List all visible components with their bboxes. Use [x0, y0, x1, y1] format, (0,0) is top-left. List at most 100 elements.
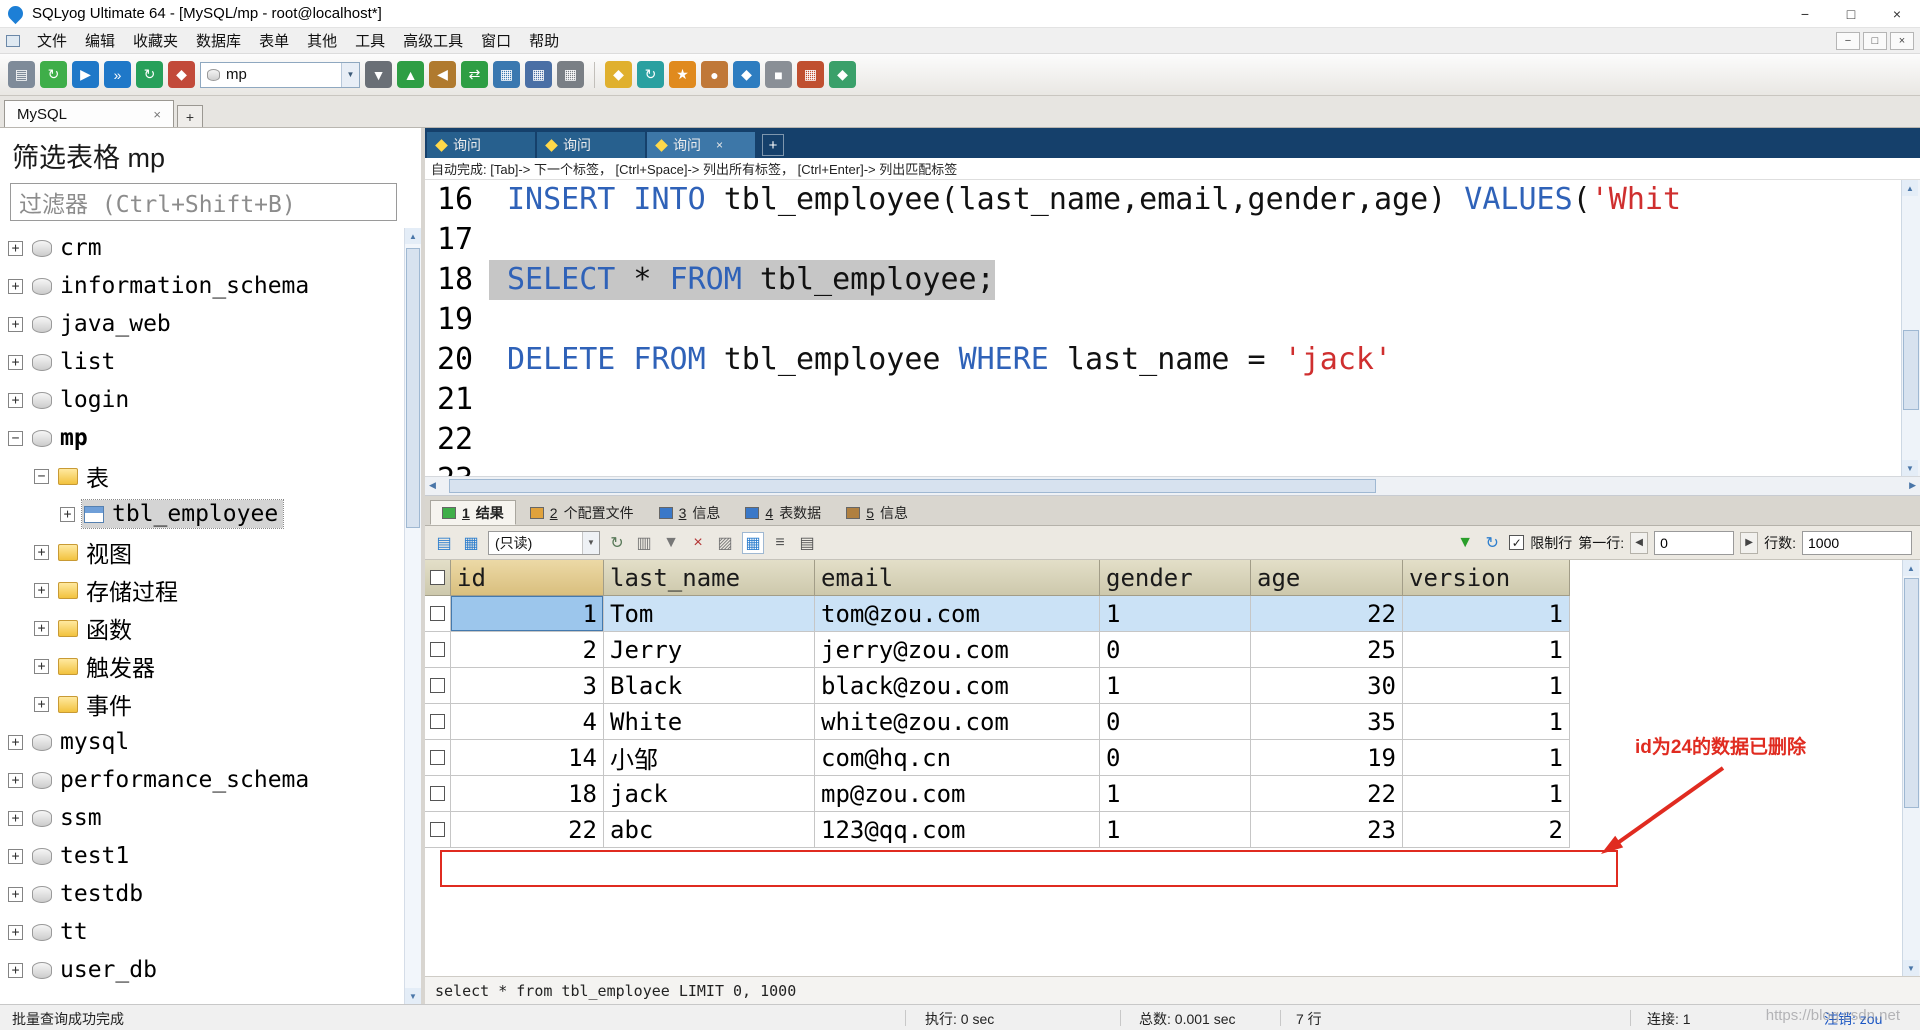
scroll-up-icon[interactable] [405, 228, 421, 244]
scroll-up-icon[interactable] [1903, 560, 1919, 576]
menu-item[interactable]: 数据库 [187, 30, 250, 51]
expand-icon[interactable]: + [8, 393, 23, 408]
tree-item-user_db[interactable]: +user_db [0, 951, 421, 989]
tree-item-事件[interactable]: +事件 [0, 685, 421, 723]
first-row-input[interactable] [1654, 531, 1734, 555]
tree-item-触发器[interactable]: +触发器 [0, 647, 421, 685]
scroll-down-icon[interactable] [405, 988, 421, 1004]
expand-icon[interactable]: + [60, 507, 75, 522]
editor-line[interactable]: 22 [425, 420, 1920, 460]
row-checkbox[interactable] [430, 606, 445, 621]
stop-query-icon[interactable]: ◆ [168, 61, 195, 88]
grid-view-icon[interactable]: ▦ [742, 532, 764, 554]
first-row-increment-button[interactable]: ▶ [1740, 532, 1758, 554]
tree-item-java_web[interactable]: +java_web [0, 305, 421, 343]
row-checkbox[interactable] [430, 750, 445, 765]
filter-rows-icon[interactable]: ▼ [1454, 532, 1476, 554]
menu-item[interactable]: 工具 [346, 30, 394, 51]
scroll-down-icon[interactable] [1903, 960, 1919, 976]
expand-icon[interactable]: + [34, 621, 49, 636]
expand-icon[interactable]: + [34, 583, 49, 598]
editor-line[interactable]: 20DELETE FROM tbl_employee WHERE last_na… [425, 340, 1920, 380]
menu-item[interactable]: 编辑 [76, 30, 124, 51]
column-header-email[interactable]: email [815, 560, 1100, 596]
tree-item-tbl_employee[interactable]: +tbl_employee [0, 495, 421, 533]
filter-input[interactable]: 过滤器 (Ctrl+Shift+B) [10, 183, 397, 221]
expand-icon[interactable]: + [34, 697, 49, 712]
menu-item[interactable]: 窗口 [472, 30, 520, 51]
result-tab[interactable]: 1 结果 [430, 500, 516, 525]
form-view-icon[interactable]: ▤ [796, 532, 818, 554]
duplicate-row-icon[interactable]: ▥ [633, 532, 655, 554]
scrollbar-thumb[interactable] [1903, 330, 1919, 410]
tree-item-information_schema[interactable]: +information_schema [0, 267, 421, 305]
mdi-restore-button[interactable]: □ [1863, 32, 1887, 50]
maximize-button[interactable]: □ [1828, 0, 1874, 27]
expand-icon[interactable]: + [8, 241, 23, 256]
menu-item[interactable]: 其他 [298, 30, 346, 51]
editor-line[interactable]: 23 [425, 460, 1920, 476]
expand-icon[interactable]: + [8, 735, 23, 750]
menu-item[interactable]: 文件 [28, 30, 76, 51]
menu-item[interactable]: 帮助 [520, 30, 568, 51]
scrollbar-thumb[interactable] [449, 479, 1376, 493]
execute-all-icon[interactable]: » [104, 61, 131, 88]
editor-vertical-scrollbar[interactable] [1901, 180, 1920, 476]
query-result-icon[interactable]: ▦ [557, 61, 584, 88]
menu-item[interactable]: 表单 [250, 30, 298, 51]
column-header-age[interactable]: age [1251, 560, 1403, 596]
close-button[interactable]: × [1874, 0, 1920, 27]
query-tab[interactable]: 询问× [647, 132, 755, 158]
blob-viewer-icon[interactable]: ■ [765, 61, 792, 88]
tree-item-crm[interactable]: +crm [0, 229, 421, 267]
tree-item-视图[interactable]: +视图 [0, 533, 421, 571]
expand-icon[interactable]: + [34, 545, 49, 560]
tree-item-list[interactable]: +list [0, 343, 421, 381]
expand-icon[interactable]: + [8, 279, 23, 294]
tree-item-函数[interactable]: +函数 [0, 609, 421, 647]
table-row[interactable]: 1Tomtom@zou.com1221 [425, 596, 1920, 632]
row-checkbox[interactable] [430, 786, 445, 801]
user-manager-icon[interactable]: ● [701, 61, 728, 88]
result-tab[interactable]: 4 表数据 [734, 500, 832, 525]
expand-icon[interactable]: + [34, 659, 49, 674]
editor-line[interactable]: 16INSERT INTO tbl_employee(last_name,ema… [425, 180, 1920, 220]
expand-icon[interactable]: + [8, 925, 23, 940]
save-changes-icon[interactable]: ▼ [660, 532, 682, 554]
editor-line[interactable]: 18SELECT * FROM tbl_employee; [425, 260, 1920, 300]
plugin-icon[interactable]: ◆ [829, 61, 856, 88]
refresh-icon[interactable]: ↻ [136, 61, 163, 88]
tree-item-testdb[interactable]: +testdb [0, 875, 421, 913]
mdi-minimize-button[interactable]: − [1836, 32, 1860, 50]
schema-sync-icon[interactable]: ↻ [637, 61, 664, 88]
grid-options-icon[interactable]: ▦ [460, 532, 482, 554]
close-connection-tab-icon[interactable]: × [125, 107, 161, 122]
query-tab[interactable]: 询问 [427, 132, 535, 158]
connection-select[interactable]: mp [200, 62, 360, 88]
new-query-tab-button[interactable]: + [762, 134, 784, 156]
filter-table-icon[interactable]: ▼ [365, 61, 392, 88]
menu-item[interactable]: 高级工具 [394, 30, 472, 51]
minimize-button[interactable]: − [1782, 0, 1828, 27]
expand-icon[interactable]: + [8, 773, 23, 788]
scrollbar-thumb[interactable] [1904, 578, 1919, 808]
row-checkbox[interactable] [430, 642, 445, 657]
scroll-down-icon[interactable] [1902, 460, 1918, 476]
tree-item-ssm[interactable]: +ssm [0, 799, 421, 837]
query-tab[interactable]: 询问 [537, 132, 645, 158]
execute-sql-file-icon[interactable]: ◆ [605, 61, 632, 88]
column-header-gender[interactable]: gender [1100, 560, 1251, 596]
expand-icon[interactable]: + [8, 887, 23, 902]
row-checkbox[interactable] [430, 822, 445, 837]
copy-database-icon[interactable]: ▲ [397, 61, 424, 88]
expand-icon[interactable]: + [8, 355, 23, 370]
new-connection-icon[interactable]: ▤ [8, 61, 35, 88]
tree-item-tt[interactable]: +tt [0, 913, 421, 951]
tree-item-test1[interactable]: +test1 [0, 837, 421, 875]
table-row[interactable]: 3Blackblack@zou.com1301 [425, 668, 1920, 704]
first-row-decrement-button[interactable]: ◀ [1630, 532, 1648, 554]
text-view-icon[interactable]: ≡ [769, 532, 791, 554]
tree-item-表[interactable]: −表 [0, 457, 421, 495]
connection-tab-mysql[interactable]: MySQL × [4, 100, 174, 127]
result-tab[interactable]: 5 信息 [835, 500, 919, 525]
